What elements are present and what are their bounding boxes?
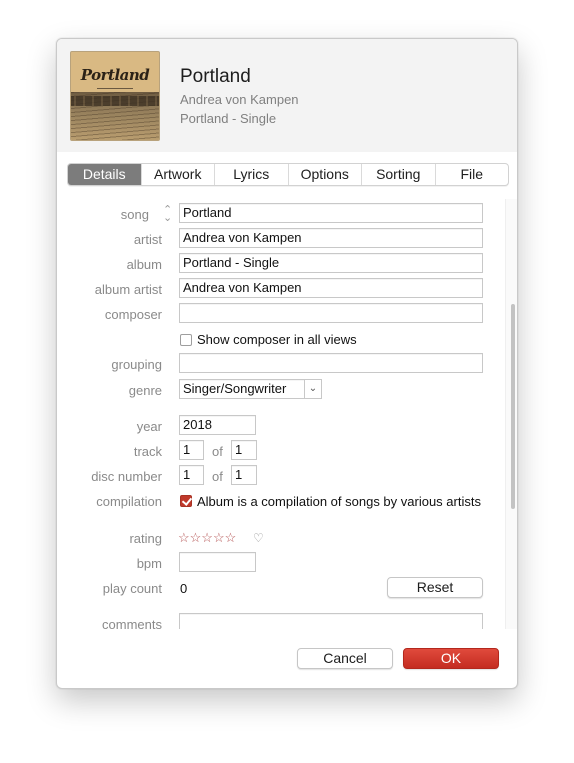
up-down-chevron-icon[interactable]: ⌃ ⌄	[163, 205, 172, 224]
year-label: year	[136, 419, 162, 434]
artwork-title: Portland	[80, 66, 150, 84]
compilation-text: Album is a compilation of songs by vario…	[197, 494, 481, 509]
album-artist-label: album artist	[94, 282, 162, 297]
rating-stars[interactable]: ☆☆☆☆☆	[178, 530, 236, 546]
grouping-field[interactable]	[179, 353, 483, 373]
love-heart-icon[interactable]: ♡	[253, 531, 264, 545]
comments-field[interactable]	[179, 613, 483, 629]
song-artist: Andrea von Kampen	[180, 92, 299, 107]
song-album: Portland - Single	[180, 111, 277, 126]
composer-label: composer	[104, 307, 162, 322]
disc-number-label: disc number	[91, 469, 162, 484]
rating-label: rating	[129, 531, 162, 546]
scrollbar-thumb[interactable]	[511, 304, 515, 509]
tab-details[interactable]: Details	[68, 164, 141, 185]
album-artwork: Portland	[70, 51, 160, 141]
tab-sorting[interactable]: Sorting	[361, 164, 435, 185]
reset-button[interactable]: Reset	[387, 577, 483, 598]
ok-button[interactable]: OK	[403, 648, 499, 669]
album-artist-field[interactable]: Andrea von Kampen	[179, 278, 483, 298]
song-label: song	[120, 207, 149, 222]
track-total-field[interactable]: 1	[231, 440, 257, 460]
artwork-treeline	[71, 96, 159, 106]
song-title: Portland	[180, 66, 251, 87]
compilation-checkbox[interactable]	[180, 495, 192, 507]
album-field[interactable]: Portland - Single	[179, 253, 483, 273]
show-composer-label: Show composer in all views	[197, 332, 357, 347]
cancel-button[interactable]: Cancel	[297, 648, 393, 669]
artist-field[interactable]: Andrea von Kampen	[179, 228, 483, 248]
album-label: album	[126, 257, 162, 272]
song-field[interactable]: Portland	[179, 203, 483, 223]
details-scrollbar[interactable]	[505, 199, 517, 629]
disc-of-label: of	[212, 469, 223, 484]
bpm-label: bpm	[136, 556, 162, 571]
bpm-field[interactable]	[179, 552, 256, 572]
tab-file[interactable]: File	[434, 164, 509, 185]
genre-label: genre	[128, 383, 162, 398]
disc-number-field[interactable]: 1	[179, 465, 204, 485]
details-panel: song ⌃ ⌄ Portland artist Andrea von Kampe…	[57, 199, 509, 629]
tab-bar: Details Artwork Lyrics Options Sorting F…	[67, 163, 509, 186]
genre-field[interactable]: Singer/Songwriter	[179, 379, 305, 399]
composer-field[interactable]	[179, 303, 483, 323]
tab-lyrics[interactable]: Lyrics	[214, 164, 288, 185]
tab-options[interactable]: Options	[287, 164, 362, 185]
song-info-dialog: Portland Portland Andrea von Kampen Port…	[56, 38, 518, 689]
show-composer-checkbox[interactable]	[180, 334, 192, 346]
grouping-label: grouping	[111, 357, 162, 372]
play-count-value: 0	[180, 581, 188, 596]
year-field[interactable]: 2018	[179, 415, 256, 435]
artwork-subtitle-line	[97, 88, 133, 89]
dialog-header: Portland Portland Andrea von Kampen Port…	[57, 39, 517, 152]
tab-artwork[interactable]: Artwork	[140, 164, 215, 185]
play-count-label: play count	[102, 581, 162, 596]
artist-label: artist	[133, 232, 162, 247]
genre-dropdown-chevron-icon[interactable]: ⌄	[305, 379, 322, 399]
track-of-label: of	[212, 444, 223, 459]
comments-label: comments	[102, 617, 162, 629]
track-number-field[interactable]: 1	[179, 440, 204, 460]
disc-total-field[interactable]: 1	[231, 465, 257, 485]
track-label: track	[133, 444, 162, 459]
compilation-label: compilation	[96, 494, 162, 509]
